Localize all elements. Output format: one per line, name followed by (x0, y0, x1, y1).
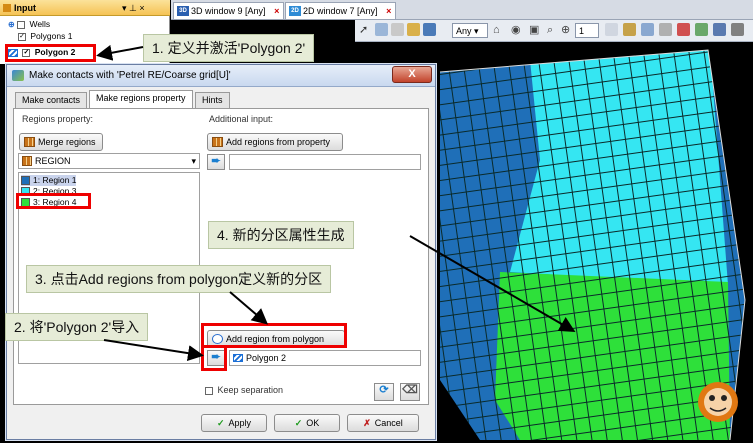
color-swatch (21, 176, 30, 185)
dialog-close-button[interactable]: X (392, 66, 432, 83)
app-icon (12, 70, 24, 81)
refresh-button[interactable]: ⟳ (374, 383, 394, 401)
highlight-region-4 (16, 193, 91, 209)
tab-2d-window[interactable]: 2D 2D window 7 [Any] × (285, 2, 397, 19)
tree-item-polygons-1[interactable]: ✓ Polygons 1 (18, 30, 72, 42)
keep-separation-checkbox[interactable] (205, 386, 213, 395)
tree-item-label: Polygons 1 (30, 31, 73, 41)
pick-icon[interactable] (407, 23, 420, 36)
tab-label: 2D window 7 [Any] (303, 6, 378, 16)
tab-make-regions-property[interactable]: Make regions property (89, 90, 193, 109)
zoom-icon[interactable]: ⌕ (547, 23, 560, 36)
highlight-arrow-button (201, 345, 227, 371)
polygon-input-field[interactable]: Polygon 2 (229, 350, 421, 366)
2d-badge-icon: 2D (289, 6, 301, 16)
mascot-icon (698, 382, 738, 422)
palette-icon[interactable] (713, 23, 726, 36)
tab-label: 3D window 9 [Any] (191, 6, 266, 16)
measure-icon[interactable] (423, 23, 436, 36)
grid-property-icon (24, 137, 35, 147)
region-label: 1: Region 1 (33, 175, 77, 185)
regions-property-label: Regions property: (22, 114, 94, 124)
close-icon[interactable]: × (386, 6, 391, 16)
view-icon[interactable] (375, 23, 388, 36)
eraser-icon[interactable] (391, 23, 404, 36)
paint-icon[interactable] (677, 23, 690, 36)
clear-button[interactable]: ⌫ (400, 383, 420, 401)
filter-value: Any (456, 26, 472, 36)
polygon-icon (233, 354, 243, 362)
pane-controls[interactable]: ▾ ⊥ × (122, 0, 145, 16)
tool-icon[interactable] (605, 23, 618, 36)
tree-item-label: Wells (29, 19, 51, 29)
property-input-field[interactable] (229, 154, 421, 170)
callout-step-3: 3. 点击Add regions from polygon定义新的分区 (26, 265, 332, 293)
callout-step-4: 4. 新的分区属性生成 (208, 221, 354, 249)
layers-icon[interactable] (659, 23, 672, 36)
tab-hints[interactable]: Hints (195, 92, 230, 108)
chevron-down-icon: ▾ (191, 156, 196, 166)
callout-step-1: 1. 定义并激活'Polygon 2' (143, 34, 315, 62)
make-contacts-dialog: Make contacts with 'Petrel RE/Coarse gri… (6, 64, 436, 440)
grid-property-icon (212, 137, 223, 147)
additional-input-label: Additional input: (209, 114, 274, 124)
button-label: Merge regions (38, 137, 96, 147)
button-label: Apply (228, 418, 252, 428)
grid-property-icon (22, 156, 32, 166)
input-pane-header: Input ▾ ⊥ × (0, 0, 170, 16)
button-label: OK (306, 418, 320, 428)
input-icon (3, 4, 11, 12)
print-icon[interactable] (731, 23, 744, 36)
main-toolbar: ➚ Any ▾ ⌂ ◉ ▣ ⌕ ⊕ 1 (355, 20, 753, 42)
ok-button[interactable]: ✓ OK (274, 414, 340, 432)
filter-select[interactable]: Any ▾ (452, 23, 488, 38)
tab-make-contacts[interactable]: Make contacts (15, 92, 88, 108)
camera-icon[interactable]: ◉ (511, 23, 524, 36)
window-tab-bar: 3D 3D window 9 [Any] × 2D 2D window 7 [A… (171, 0, 753, 20)
input-pane-title: Input (14, 3, 36, 13)
target-icon[interactable]: ⊕ (561, 23, 574, 36)
cancel-button[interactable]: ✗ Cancel (347, 414, 419, 432)
region-select-value: REGION (35, 156, 71, 166)
zoom-level-select[interactable]: 1 (575, 23, 599, 38)
polygon-field-value: Polygon 2 (246, 353, 287, 363)
settings-icon[interactable] (641, 23, 654, 36)
frame-icon[interactable]: ▣ (529, 23, 542, 36)
callout-step-2: 2. 将'Polygon 2'导入 (5, 313, 149, 341)
close-icon[interactable]: × (274, 6, 279, 16)
keep-separation-row[interactable]: Keep separation (205, 385, 283, 395)
polygons-1-checkbox[interactable]: ✓ (18, 32, 26, 41)
light-icon[interactable] (623, 23, 636, 36)
button-label: Cancel (374, 418, 403, 428)
tree-item-wells[interactable]: ⊕︎ Wells (8, 18, 50, 30)
pointer-icon[interactable]: ➚ (359, 23, 372, 36)
apply-button[interactable]: ✓ Apply (201, 414, 267, 432)
tab-3d-window[interactable]: 3D 3D window 9 [Any] × (173, 2, 285, 19)
wells-icon: ⊕︎ (8, 20, 15, 29)
region-item-1[interactable]: 1: Region 1 (21, 175, 77, 186)
grid-icon[interactable] (695, 23, 708, 36)
button-label: Add regions from property (226, 137, 331, 147)
3d-badge-icon: 3D (177, 6, 189, 16)
keep-separation-label: Keep separation (217, 385, 284, 395)
region-property-select[interactable]: REGION ▾ (18, 153, 200, 169)
home-icon[interactable]: ⌂ (493, 23, 506, 36)
dialog-title: Make contacts with 'Petrel RE/Coarse gri… (29, 70, 231, 81)
zoom-level-value: 1 (579, 26, 585, 36)
merge-regions-button[interactable]: Merge regions (19, 133, 103, 151)
highlight-polygon-2 (5, 44, 96, 62)
wells-checkbox[interactable] (17, 20, 26, 29)
insert-arrow-button[interactable]: ➨ (207, 154, 225, 170)
add-regions-from-property-button[interactable]: Add regions from property (207, 133, 343, 151)
dialog-title-bar: Make contacts with 'Petrel RE/Coarse gri… (7, 65, 435, 87)
